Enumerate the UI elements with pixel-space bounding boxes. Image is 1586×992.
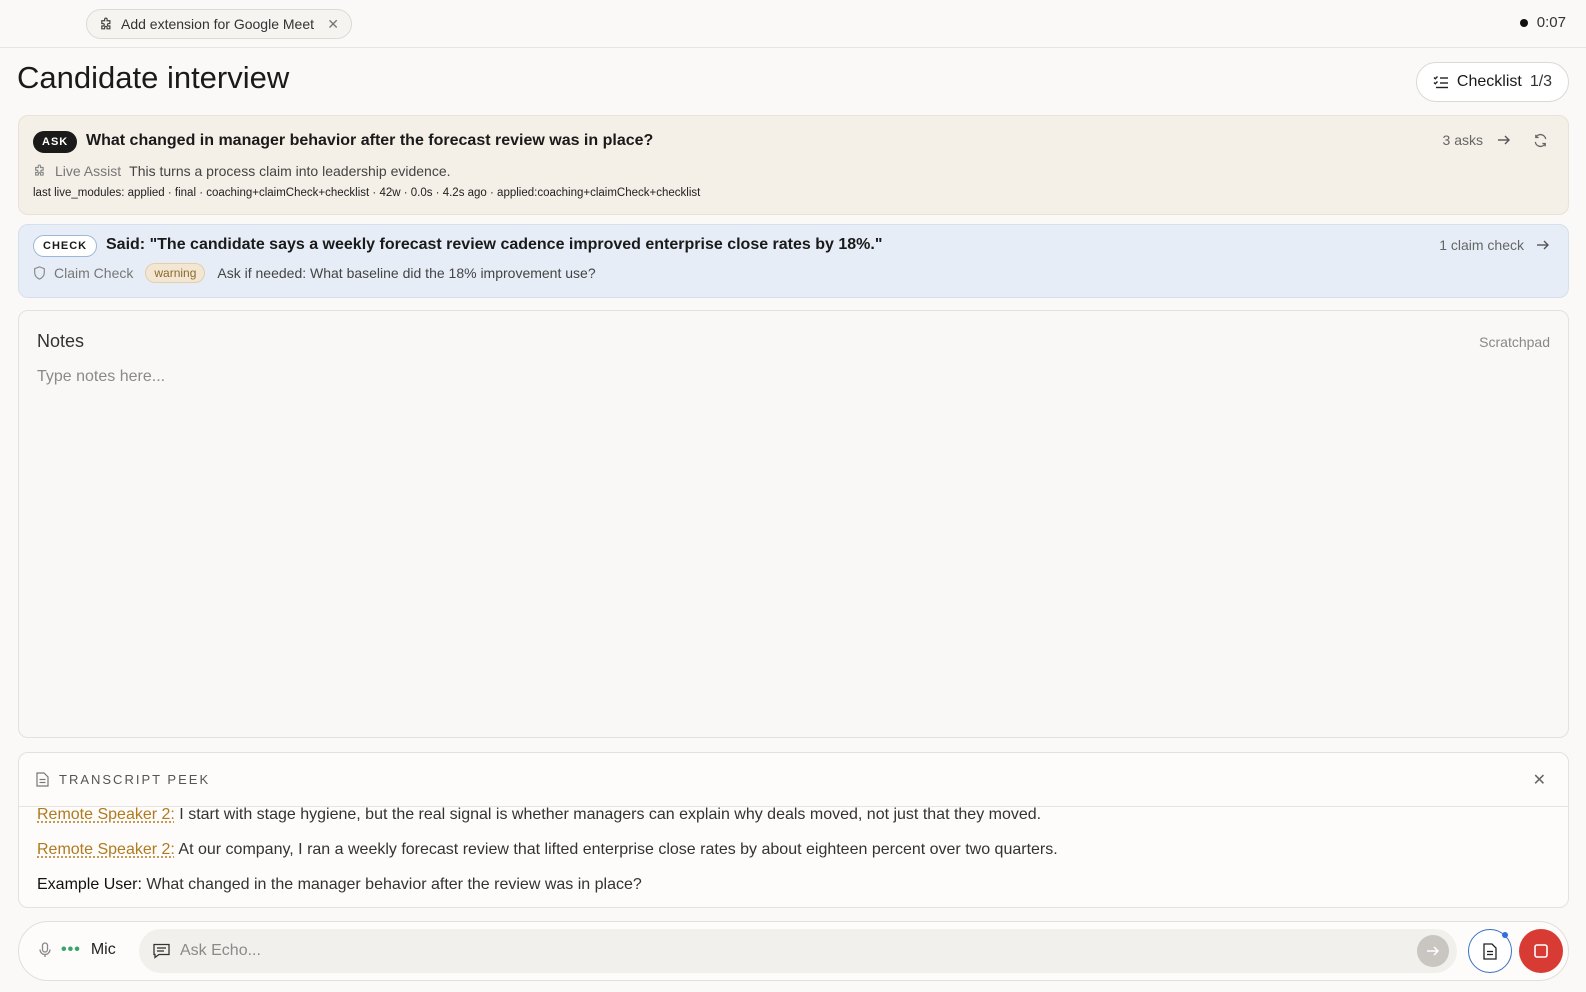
transcript-header: TRANSCRIPT PEEK — [19, 753, 1568, 807]
claim-check-label: Claim Check — [54, 265, 134, 281]
page-title: Candidate interview — [17, 60, 290, 95]
ask-echo-input[interactable] — [180, 942, 1407, 960]
puzzle-icon — [33, 164, 47, 178]
check-card: CHECK Said: "The candidate says a weekly… — [18, 224, 1569, 298]
extension-banner-label: Add extension for Google Meet — [121, 16, 315, 32]
ask-question: What changed in manager behavior after t… — [86, 132, 654, 149]
check-said: Said: "The candidate says a weekly forec… — [106, 236, 883, 253]
top-bar: Add extension for Google Meet ✕ 0:07 — [0, 0, 1586, 48]
ask-card: ASK What changed in manager behavior aft… — [18, 115, 1569, 215]
arrow-right-icon[interactable] — [1497, 134, 1511, 146]
arrow-right-icon — [1426, 945, 1440, 957]
checklist-icon — [1433, 75, 1449, 89]
notes-panel: Notes Scratchpad — [18, 310, 1569, 738]
status-badge: warning — [145, 263, 206, 283]
live-assist-label: Live Assist — [55, 163, 122, 179]
check-badge: CHECK — [33, 235, 98, 257]
checklist-label: Checklist — [1456, 73, 1522, 90]
transcript-lines: Remote Speaker 2: I start with stage hyg… — [37, 805, 1547, 910]
speaker-name: Example User: — [37, 876, 142, 893]
check-card-actions: 1 claim check — [1439, 237, 1550, 253]
send-button[interactable] — [1417, 935, 1449, 967]
ask-card-actions: 3 asks — [1443, 132, 1548, 148]
claim-check-count[interactable]: 1 claim check — [1439, 237, 1524, 253]
timer-value: 0:07 — [1536, 14, 1566, 31]
transcript-text: What changed in the manager behavior aft… — [141, 876, 642, 893]
ask-badge: ASK — [33, 131, 78, 153]
notes-textarea[interactable] — [37, 368, 1547, 718]
stop-button[interactable] — [1519, 929, 1563, 973]
ask-echo-field — [139, 929, 1457, 973]
asks-count[interactable]: 3 asks — [1443, 132, 1483, 148]
recording-timer: 0:07 — [1519, 14, 1566, 31]
bottom-bar: ••• Mic — [18, 921, 1569, 981]
mic-toggle[interactable]: ••• Mic — [39, 941, 116, 959]
notes-title: Notes — [37, 331, 85, 351]
extension-banner[interactable]: Add extension for Google Meet ✕ — [86, 9, 352, 39]
microphone-icon — [39, 942, 51, 958]
arrow-right-icon[interactable] — [1536, 239, 1550, 251]
transcript-line: Remote Speaker 2: At our company, I ran … — [37, 840, 1547, 875]
claim-check-row: Claim Check warning Ask if needed: What … — [33, 263, 596, 283]
transcript-line: Remote Speaker 2: I start with stage hyg… — [37, 805, 1547, 840]
mic-label: Mic — [90, 941, 116, 958]
document-icon — [36, 772, 49, 787]
claim-check-followup: Ask if needed: What baseline did the 18%… — [217, 265, 596, 281]
scratchpad-label: Scratchpad — [1479, 334, 1550, 350]
speaker-name[interactable]: Remote Speaker 2: — [37, 841, 175, 858]
checklist-count: 1/3 — [1529, 73, 1553, 90]
document-icon — [1483, 942, 1497, 960]
transcript-text: At our company, I ran a weekly forecast … — [174, 841, 1058, 858]
recording-dot-icon — [1519, 18, 1528, 27]
shield-icon — [33, 266, 46, 280]
checklist-button[interactable]: Checklist 1/3 — [1416, 62, 1569, 102]
close-icon[interactable]: ✕ — [1533, 770, 1546, 790]
transcript-text: I start with stage hygiene, but the real… — [174, 806, 1042, 823]
transcript-title: TRANSCRIPT PEEK — [59, 772, 211, 787]
speaker-name[interactable]: Remote Speaker 2: — [37, 806, 175, 823]
live-modules-meta: last live_modules: applied · final · coa… — [33, 187, 701, 199]
transcript-line: Example User: What changed in the manage… — [37, 875, 1547, 910]
live-assist-row: Live Assist This turns a process claim i… — [33, 163, 451, 179]
refresh-icon[interactable] — [1533, 133, 1548, 148]
audio-level-icon: ••• — [61, 941, 81, 958]
close-icon[interactable]: ✕ — [327, 16, 339, 33]
live-assist-text: This turns a process claim into leadersh… — [129, 163, 451, 179]
puzzle-icon — [99, 17, 114, 32]
transcript-peek: TRANSCRIPT PEEK ✕ Remote Speaker 2: I st… — [18, 752, 1569, 908]
notification-dot-icon — [1502, 932, 1508, 938]
stop-icon — [1533, 943, 1549, 959]
transcript-toggle-button[interactable] — [1468, 929, 1512, 973]
message-icon — [153, 943, 170, 959]
